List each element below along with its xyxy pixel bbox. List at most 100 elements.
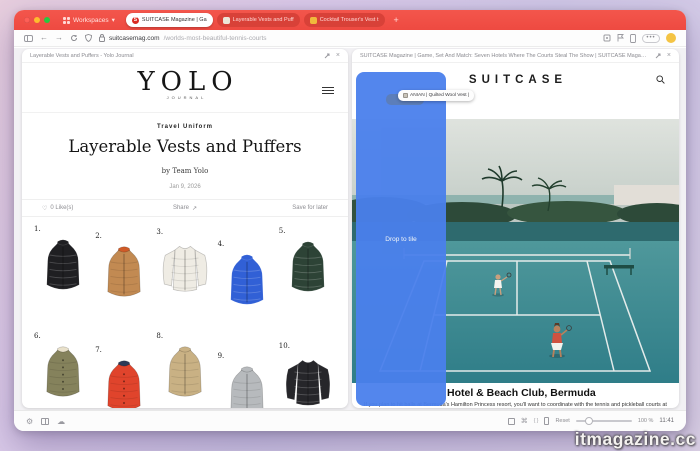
share-button[interactable]: Share ↗ xyxy=(137,205,232,212)
product-grid: 1. 2. 3. 4. 5. 6. 7. 8. 9. 10. xyxy=(22,217,348,408)
expand-pane-icon[interactable] xyxy=(324,53,330,59)
hotel-article-heading: Hotel & Beach Club, Bermuda xyxy=(447,387,596,399)
like-button[interactable]: ♡ 0 Like(s) xyxy=(42,205,137,212)
url-domain: suitcasemag.com xyxy=(109,35,160,42)
drop-to-tile-overlay[interactable]: Drop to tile xyxy=(356,72,446,406)
search-icon[interactable] xyxy=(656,75,665,84)
workspaces-menu[interactable]: Workspaces ▾ xyxy=(63,16,115,24)
vest-image[interactable] xyxy=(36,234,90,294)
vest-image[interactable] xyxy=(220,249,274,309)
drag-chip-favicon xyxy=(403,93,408,98)
url-path: /worlds-most-beautiful-tennis-courts xyxy=(164,35,267,42)
tab-favicon: S xyxy=(132,17,139,24)
address-bar[interactable]: suitcasemag.com/worlds-most-beautiful-te… xyxy=(99,34,596,42)
overflow-menu-button[interactable]: ••• xyxy=(642,34,660,43)
vest-image[interactable] xyxy=(281,351,335,408)
zoom-level: 100 % xyxy=(638,418,654,424)
zoom-slider-knob[interactable] xyxy=(585,417,593,425)
drag-chip: ANIAN | Quilted Wool Vest | xyxy=(398,90,474,101)
sidebar-toggle-icon[interactable] xyxy=(24,35,33,42)
close-pane-icon[interactable]: × xyxy=(667,52,671,59)
minimize-window-button[interactable] xyxy=(34,17,40,23)
product-number: 3. xyxy=(156,228,163,236)
product-number: 7. xyxy=(95,346,102,354)
braces-icon[interactable]: { } xyxy=(534,418,539,424)
vest-image[interactable] xyxy=(158,237,212,297)
tab-3[interactable]: Cocktail Trouser's Vest t xyxy=(304,13,385,27)
watermark: itmagazine.cc xyxy=(575,429,696,450)
right-pane: SUITCASE Magazine | Game, Set And Match:… xyxy=(352,49,679,408)
product-item-1[interactable]: 1. xyxy=(34,225,91,313)
shield-icon[interactable] xyxy=(85,34,92,42)
left-pane-title: Layerable Vests and Puffers - Yolo Journ… xyxy=(30,53,318,59)
split-columns-icon[interactable] xyxy=(41,418,49,425)
tab-label: SUITCASE Magazine | Ga xyxy=(142,17,207,23)
phone-icon[interactable] xyxy=(544,417,549,425)
share-label: Share xyxy=(173,205,189,211)
tab-bar: Workspaces ▾ SSUITCASE Magazine | Ga Laye… xyxy=(14,10,686,30)
tab-2[interactable]: Layerable Vests and Puff xyxy=(217,13,300,27)
menu-hamburger-icon[interactable] xyxy=(322,85,334,96)
product-item-7[interactable]: 7. xyxy=(95,346,152,408)
share-flag-icon[interactable] xyxy=(617,34,624,42)
product-number: 8. xyxy=(156,332,163,340)
command-key-icon[interactable]: ⌘ xyxy=(521,417,528,425)
new-tab-button[interactable]: + xyxy=(394,15,399,25)
forward-icon[interactable]: → xyxy=(55,34,63,42)
display-icon[interactable] xyxy=(508,418,515,425)
settings-gear-icon[interactable]: ⚙ xyxy=(26,417,33,426)
toolbar-actions: ••• xyxy=(603,33,676,43)
vest-image[interactable] xyxy=(97,241,151,301)
product-number: 4. xyxy=(218,240,225,248)
zoom-reset-button[interactable]: Reset xyxy=(555,418,569,424)
product-item-2[interactable]: 2. xyxy=(95,232,152,320)
workspaces-grid-icon xyxy=(63,17,70,24)
split-view: Layerable Vests and Puffers - Yolo Journ… xyxy=(14,48,686,410)
bottom-bar: ⚙ ☁ ⌘ { } Reset 100 % 11:41 xyxy=(14,410,686,431)
back-icon[interactable]: ← xyxy=(40,34,48,42)
tab-favicon xyxy=(223,17,230,24)
browser-window: Workspaces ▾ SSUITCASE Magazine | Ga Laye… xyxy=(14,10,686,431)
save-for-later-button[interactable]: Save for later xyxy=(233,205,328,211)
article-byline: by Team Yolo xyxy=(22,167,348,175)
right-pane-title: SUITCASE Magazine | Game, Set And Match:… xyxy=(360,53,649,59)
vest-image[interactable] xyxy=(281,236,335,296)
close-window-button[interactable] xyxy=(24,17,30,23)
tab-label: Layerable Vests and Puff xyxy=(233,17,294,23)
expand-pane-icon[interactable] xyxy=(655,53,661,59)
product-item-5[interactable]: 5. xyxy=(279,227,336,315)
product-item-10[interactable]: 10. xyxy=(279,342,336,408)
close-pane-icon[interactable]: × xyxy=(336,52,340,59)
yolo-logo[interactable]: YOLO xyxy=(22,63,348,97)
vest-image[interactable] xyxy=(158,341,212,401)
product-number: 6. xyxy=(34,332,41,340)
tab-1[interactable]: SSUITCASE Magazine | Ga xyxy=(126,13,213,27)
product-item-6[interactable]: 6. xyxy=(34,332,91,408)
profile-avatar[interactable] xyxy=(666,33,676,43)
article-category[interactable]: Travel Uniform xyxy=(22,124,348,130)
product-number: 1. xyxy=(34,225,41,233)
reload-icon[interactable] xyxy=(70,34,78,42)
maximize-window-button[interactable] xyxy=(44,17,50,23)
zoom-slider[interactable] xyxy=(576,420,632,422)
product-number: 2. xyxy=(95,232,102,240)
vest-image[interactable] xyxy=(36,341,90,401)
product-number: 10. xyxy=(279,342,290,350)
browser-toolbar: ← → suitcasemag.com/worlds-most-beautifu… xyxy=(14,30,686,47)
tab-strip: SSUITCASE Magazine | Ga Layerable Vests a… xyxy=(126,13,385,27)
product-number: 9. xyxy=(218,352,225,360)
cloud-icon[interactable]: ☁ xyxy=(57,417,65,426)
extensions-icon[interactable] xyxy=(603,34,611,42)
product-item-3[interactable]: 3. xyxy=(156,228,213,316)
vest-image[interactable] xyxy=(97,355,151,408)
vest-image[interactable] xyxy=(220,361,274,408)
clock: 11:41 xyxy=(659,418,674,424)
tab-label: Cocktail Trouser's Vest t xyxy=(320,17,379,23)
product-item-9[interactable]: 9. xyxy=(218,352,275,408)
article-date: Jan 9, 2026 xyxy=(22,184,348,190)
product-number: 5. xyxy=(279,227,286,235)
drag-ghost[interactable]: ANIAN | Quilted Wool Vest | xyxy=(386,90,474,101)
device-icon[interactable] xyxy=(630,34,636,43)
product-item-4[interactable]: 4. xyxy=(218,240,275,328)
product-item-8[interactable]: 8. xyxy=(156,332,213,408)
